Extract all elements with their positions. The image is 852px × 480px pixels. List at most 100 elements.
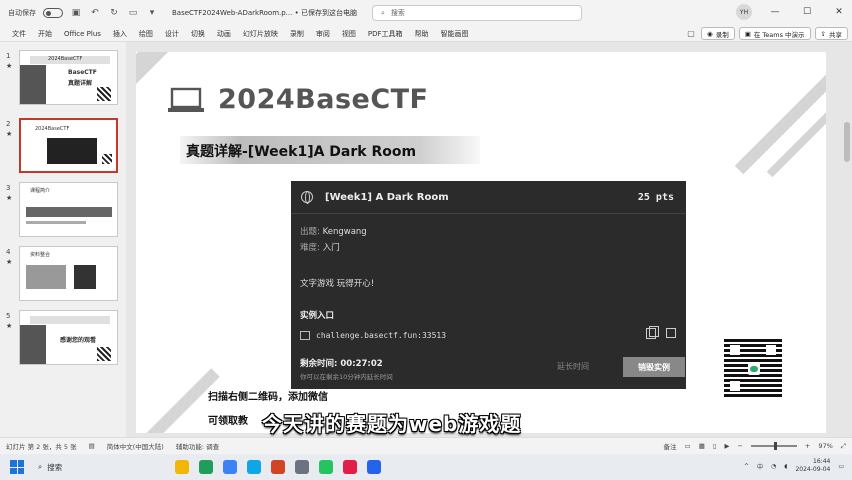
tab-slideshow[interactable]: 幻灯片放映	[237, 29, 284, 39]
powerpoint-window: 自动保存 ▣ ↶ ↻ ▭ ▾ BaseCTF2024Web-ADarkRoom.…	[0, 0, 852, 480]
close-icon[interactable]: ✕	[830, 4, 848, 20]
clock-date: 2024-09-04	[795, 466, 831, 473]
fit-slide-icon[interactable]: ⤢	[841, 442, 846, 451]
timer: 剩余时间: 00:27:02	[300, 357, 383, 369]
clock[interactable]: 16:44 2024-09-04	[795, 458, 830, 474]
avatar[interactable]: YH	[736, 4, 752, 20]
author-key: 出题:	[300, 227, 320, 237]
tab-pdf-tools[interactable]: PDF工具箱	[362, 29, 409, 39]
search-icon: ⌕	[38, 462, 43, 471]
normal-view-icon[interactable]: ▭	[685, 442, 691, 450]
tab-office-plus[interactable]: Office Plus	[58, 30, 107, 38]
sorter-view-icon[interactable]: ▦	[699, 442, 705, 450]
app-icon[interactable]	[247, 460, 261, 474]
challenge-title: [Week1] A Dark Room	[325, 191, 449, 203]
wifi-icon[interactable]: ◔	[771, 463, 776, 470]
tab-insert[interactable]: 插入	[107, 29, 133, 39]
app-icon[interactable]	[199, 460, 213, 474]
app-icon[interactable]	[367, 460, 381, 474]
wechat-icon[interactable]	[319, 460, 333, 474]
wechat-icon	[748, 363, 760, 375]
language-indicator[interactable]: 简体中文(中国大陆)	[107, 441, 164, 451]
reading-view-icon[interactable]: ▯	[713, 442, 717, 450]
spellcheck-icon[interactable]: ▤	[89, 442, 95, 450]
search-box[interactable]: ⌕ 搜索	[372, 5, 582, 21]
present-icon[interactable]: ▭	[127, 7, 139, 19]
tab-view[interactable]: 视图	[336, 29, 362, 39]
browser-icon[interactable]	[223, 460, 237, 474]
thumb-title: 课程简介	[30, 188, 51, 194]
thumbnail-number: 4	[6, 248, 11, 256]
teams-label: 在 Teams 中演示	[753, 30, 805, 39]
slide-thumbnail-4[interactable]: 资料整合	[19, 246, 118, 301]
instance-url[interactable]: challenge.basectf.fun:33513	[316, 331, 446, 340]
tab-review[interactable]: 审阅	[310, 29, 336, 39]
vertical-scrollbar[interactable]	[844, 122, 850, 162]
volume-icon[interactable]: ◖	[784, 463, 787, 470]
teams-icon: ▣	[744, 29, 751, 38]
slide-thumbnail-1[interactable]: 2024BaseCTF BaseCTF 真题详解	[19, 50, 118, 105]
server-icon	[300, 331, 310, 340]
zoom-level[interactable]: 97%	[818, 442, 832, 450]
thumb-line: 感谢您的观看	[60, 337, 97, 344]
thumbnail-number: 2	[6, 120, 11, 128]
tab-help[interactable]: 帮助	[409, 29, 435, 39]
more-icon[interactable]: ▾	[146, 7, 158, 19]
slideshow-icon[interactable]: ▶	[724, 442, 729, 450]
document-title: BaseCTF2024Web-ADarkRoom.p... • 已保存到这台电脑	[172, 9, 357, 17]
redo-icon[interactable]: ↻	[108, 7, 120, 19]
thumb-graphic	[20, 325, 46, 364]
slide-thumbnail-2[interactable]: 2024BaseCTF	[19, 118, 118, 173]
notes-button[interactable]: 备注	[664, 441, 677, 451]
external-link-icon[interactable]	[666, 328, 676, 338]
author-line: 出题: Kengwang	[300, 225, 367, 237]
video-caption: 今天讲的赛题为web游戏题	[262, 412, 522, 436]
thumb-graphic	[26, 207, 112, 217]
tab-animations[interactable]: 动画	[211, 29, 237, 39]
slide-canvas[interactable]: 2024BaseCTF 真题详解-[Week1]A Dark Room [Wee…	[136, 52, 826, 433]
zoom-out-icon[interactable]: −	[737, 442, 742, 450]
notification-icon[interactable]: ▭	[838, 463, 844, 470]
undo-icon[interactable]: ↶	[89, 7, 101, 19]
tab-design[interactable]: 设计	[159, 29, 185, 39]
file-explorer-icon[interactable]	[175, 460, 189, 474]
copy-icon[interactable]	[646, 326, 659, 339]
windows-start-icon[interactable]	[10, 460, 24, 474]
thumb-graphic	[74, 265, 96, 289]
slide-thumbnail-5[interactable]: 感谢您的观看	[19, 310, 118, 365]
zoom-slider-knob[interactable]	[773, 442, 777, 450]
comment-icon[interactable]: ▢	[685, 28, 697, 40]
tab-record[interactable]: 录制	[284, 29, 310, 39]
tab-home[interactable]: 开始	[32, 29, 58, 39]
thumb-qr	[102, 154, 112, 164]
share-button[interactable]: ⇪ 共享	[814, 27, 848, 40]
challenge-card: [Week1] A Dark Room 25 pts 出题: Kengwang …	[291, 181, 686, 389]
author-value: Kengwang	[322, 227, 367, 237]
save-icon[interactable]: ▣	[70, 7, 82, 19]
teams-present-button[interactable]: ▣ 在 Teams 中演示	[738, 27, 811, 40]
tab-file[interactable]: 文件	[6, 29, 32, 39]
search-icon: ⌕	[381, 8, 385, 17]
recorder-icon[interactable]	[343, 460, 357, 474]
tab-transitions[interactable]: 切换	[185, 29, 211, 39]
share-icon: ⇪	[820, 29, 826, 38]
accessibility-status[interactable]: 辅助功能: 调查	[176, 441, 219, 451]
star-icon: ★	[6, 130, 13, 138]
ime-indicator[interactable]: 中	[757, 462, 763, 471]
tab-smart-draw[interactable]: 智能画图	[435, 29, 475, 39]
slide-thumbnail-3[interactable]: 课程简介	[19, 182, 118, 237]
system-tray: ^ 中 ◔ ◖ 16:44 2024-09-04 ▭	[744, 458, 844, 474]
extend-time-button[interactable]: 延长时间	[557, 361, 589, 372]
autosave-toggle[interactable]	[43, 8, 63, 18]
tab-draw[interactable]: 绘图	[133, 29, 159, 39]
destroy-instance-button[interactable]: 销毁实例	[623, 357, 685, 377]
tray-chevron-icon[interactable]: ^	[744, 463, 749, 470]
maximize-icon[interactable]: ☐	[798, 4, 816, 20]
powerpoint-icon[interactable]	[271, 460, 285, 474]
app-icon[interactable]	[295, 460, 309, 474]
zoom-slider[interactable]	[750, 442, 797, 450]
zoom-in-icon[interactable]: +	[805, 442, 810, 450]
record-button[interactable]: ◉ 录制	[701, 27, 735, 40]
taskbar-search[interactable]: ⌕ 搜索	[38, 462, 62, 473]
minimize-icon[interactable]: —	[766, 4, 784, 20]
